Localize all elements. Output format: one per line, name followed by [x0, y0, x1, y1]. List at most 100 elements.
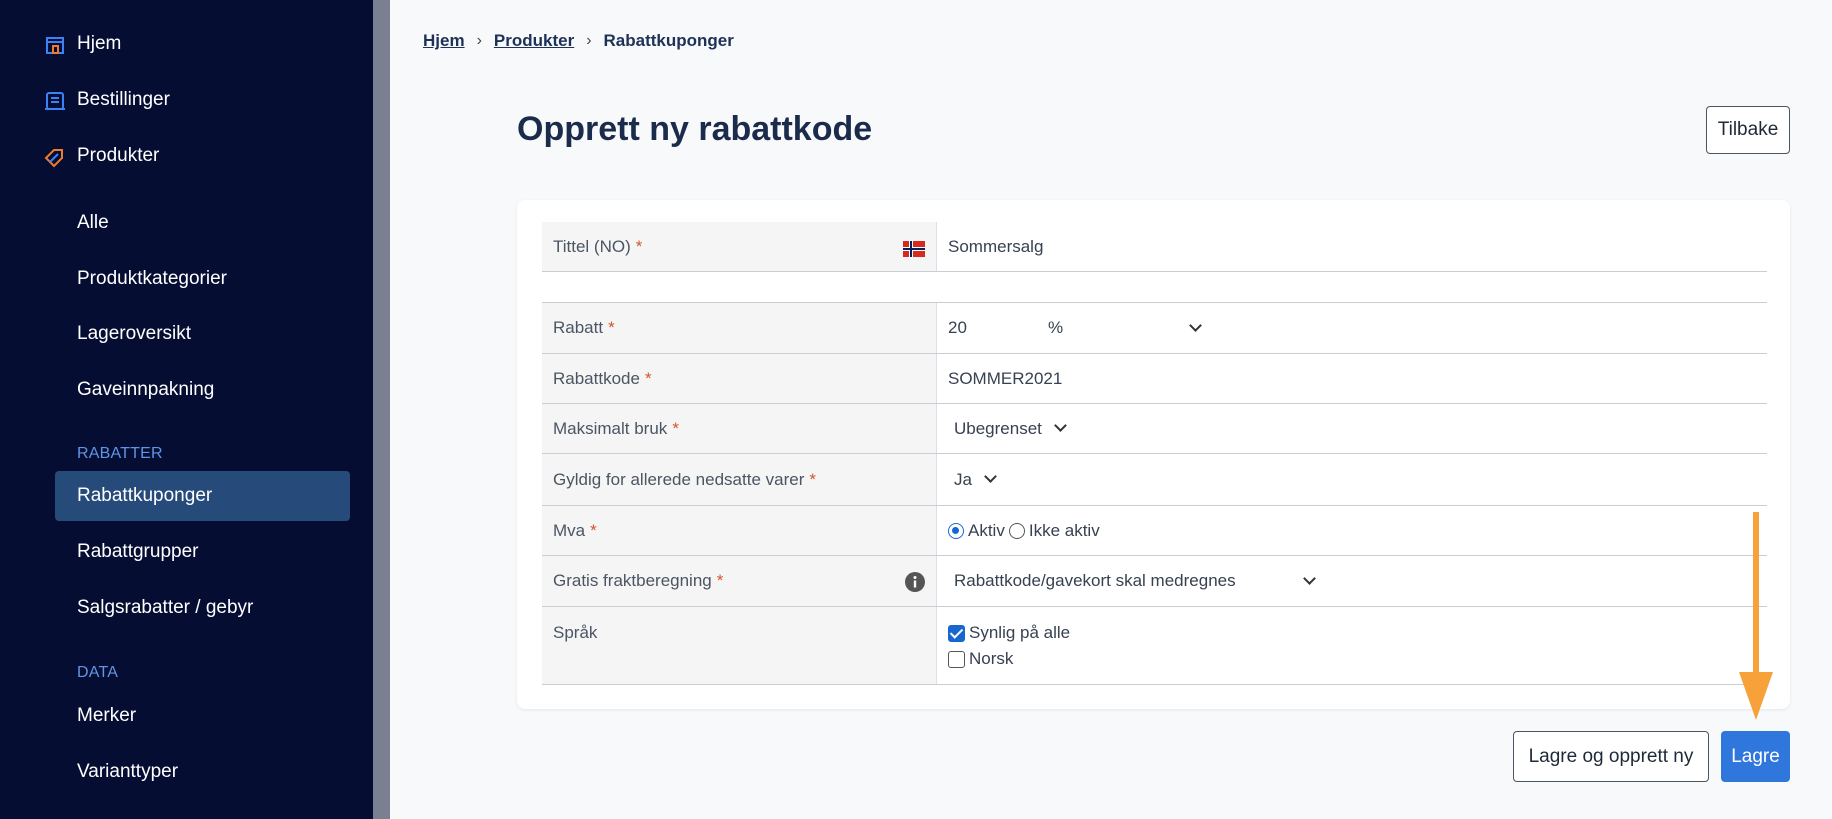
form-row-gratis-frakt: Gratis fraktberegning * Rabattkode/gaveko… — [542, 556, 1767, 607]
tag-icon — [44, 149, 63, 168]
sidebar-item-bestillinger[interactable]: Bestillinger — [0, 76, 373, 124]
gyldig-select[interactable]: Ja — [937, 454, 1767, 505]
chevron-down-icon — [1189, 318, 1202, 332]
required-marker: * — [644, 368, 652, 388]
sidebar-item-label: Alle — [77, 212, 109, 233]
rabattkode-label-cell: Rabattkode * — [542, 354, 937, 403]
mva-option-label: Ikke aktiv — [1028, 520, 1100, 540]
gratis-frakt-value: Rabattkode/gavekort skal medregnes — [954, 571, 1236, 590]
sidebar-item-varianttyper[interactable]: Varianttyper — [0, 748, 373, 796]
sidebar-item-label: Produkter — [77, 145, 160, 166]
gratis-frakt-select[interactable]: Rabattkode/gavekort skal medregnes — [937, 556, 1767, 606]
rabatt-input[interactable]: 20 — [948, 318, 1048, 338]
sidebar-item-label: Produktkategorier — [77, 268, 227, 289]
sidebar-item-rabattkuponger[interactable]: Rabattkuponger — [0, 472, 373, 520]
mva-option-label: Aktiv — [968, 520, 1005, 540]
chevron-down-icon — [984, 470, 997, 483]
form-row-maksimalt-bruk: Maksimalt bruk * Ubegrenset — [542, 404, 1767, 454]
sprak-option-label: Synlig på alle — [969, 623, 1071, 642]
sidebar-item-label: Gaveinnpakning — [77, 379, 215, 400]
sidebar-item-label: Lageroversikt — [77, 323, 192, 344]
breadcrumb: Hjem › Produkter › Rabattkuponger — [423, 31, 734, 51]
checkbox-synlig-pa-alle[interactable] — [948, 624, 965, 642]
gyldig-label: Gyldig for allerede nedsatte varer — [553, 469, 805, 489]
page-title: Opprett ny rabattkode — [517, 110, 873, 148]
mva-radio-ikke-aktiv[interactable] — [1008, 522, 1025, 539]
breadcrumb-link-hjem[interactable]: Hjem — [423, 31, 465, 51]
gratis-frakt-label-cell: Gratis fraktberegning * — [542, 556, 937, 606]
sidebar-item-label: Hjem — [77, 33, 122, 54]
mva-label-cell: Mva * — [542, 506, 937, 555]
back-button[interactable]: Tilbake — [1706, 106, 1790, 154]
sidebar-item-label: Salgsrabatter / gebyr — [77, 597, 254, 618]
sprak-label-cell: Språk — [542, 607, 937, 684]
sidebar-item-label: Rabattgrupper — [77, 541, 199, 562]
sidebar-item-rabattgrupper[interactable]: Rabattgrupper — [0, 528, 373, 576]
sidebar-item-produkter[interactable]: Produkter — [0, 132, 373, 180]
sidebar: Hjem Bestillinger Produkter Alle Produkt… — [0, 0, 373, 819]
sprak-option-label: Norsk — [969, 649, 1014, 668]
save-button[interactable]: Lagre — [1721, 731, 1790, 782]
sprak-option-synlig[interactable]: Synlig på alle — [948, 623, 1070, 643]
required-marker: * — [716, 571, 724, 590]
rabatt-unit-select[interactable]: % — [1048, 318, 1202, 338]
sprak-checkbox-group: Synlig på alle Norsk — [937, 607, 1767, 684]
breadcrumb-current: Rabattkuponger — [603, 31, 734, 50]
maksimalt-bruk-label: Maksimalt bruk — [553, 418, 668, 438]
gyldig-value: Ja — [954, 469, 972, 489]
mva-label: Mva — [553, 520, 586, 540]
checkbox-norsk[interactable] — [948, 650, 965, 668]
title-input[interactable]: Sommersalg — [937, 222, 1767, 271]
required-marker: * — [608, 318, 615, 337]
rabatt-label-cell: Rabatt * — [542, 303, 937, 353]
form-row-rabattkode: Rabattkode * SOMMER2021 — [542, 354, 1767, 404]
sidebar-item-label: Rabattkuponger — [77, 485, 213, 506]
annotation-arrow-icon — [1739, 512, 1773, 720]
rabattkode-label: Rabattkode — [553, 368, 640, 388]
home-icon — [46, 37, 64, 54]
sidebar-item-gaveinnpakning[interactable]: Gaveinnpakning — [0, 366, 373, 414]
orders-icon — [45, 92, 65, 110]
sprak-option-norsk[interactable]: Norsk — [948, 649, 1013, 669]
sprak-label: Språk — [553, 623, 598, 642]
sidebar-item-label: Bestillinger — [77, 89, 170, 110]
section-heading-rabatter: RABATTER — [77, 445, 163, 462]
form-row-title: Tittel (NO) * Sommersalg — [542, 222, 1767, 272]
rabattkode-value: SOMMER2021 — [948, 368, 1063, 388]
rabatt-field: 20 % — [937, 303, 1767, 353]
form-row-mva: Mva * Aktiv Ikke aktiv — [542, 506, 1767, 556]
breadcrumb-separator: › — [586, 32, 592, 49]
required-marker: * — [635, 236, 643, 256]
rabattkode-input[interactable]: SOMMER2021 — [937, 354, 1767, 403]
sidebar-item-produktkategorier[interactable]: Produktkategorier — [0, 255, 373, 303]
breadcrumb-link-produkter[interactable]: Produkter — [494, 31, 574, 51]
form-row-gyldig: Gyldig for allerede nedsatte varer * Ja — [542, 454, 1767, 506]
required-marker: * — [672, 418, 679, 438]
save-and-create-new-button[interactable]: Lagre og opprett ny — [1513, 731, 1709, 782]
sidebar-item-salgsrabatter[interactable]: Salgsrabatter / gebyr — [0, 584, 373, 632]
form-row-rabatt: Rabatt * 20 % — [542, 303, 1767, 354]
maksimalt-bruk-select[interactable]: Ubegrenset — [937, 404, 1767, 453]
rabatt-label: Rabatt — [553, 318, 604, 337]
gyldig-label-cell: Gyldig for allerede nedsatte varer * — [542, 454, 937, 505]
title-label: Tittel (NO) — [553, 236, 631, 256]
chevron-down-icon — [1303, 571, 1316, 585]
section-heading-data: DATA — [77, 664, 119, 681]
sidebar-item-lageroversikt[interactable]: Lageroversikt — [0, 310, 373, 358]
chevron-down-icon — [1054, 419, 1067, 432]
sidebar-item-merker[interactable]: Merker — [0, 692, 373, 740]
form-row-sprak: Språk Synlig på alle Norsk — [542, 607, 1767, 685]
info-icon[interactable] — [905, 572, 925, 592]
maksimalt-bruk-value: Ubegrenset — [954, 418, 1042, 438]
sidebar-item-hjem[interactable]: Hjem — [0, 20, 373, 68]
sidebar-item-label: Varianttyper — [77, 761, 179, 782]
title-value: Sommersalg — [948, 236, 1044, 256]
required-marker: * — [590, 520, 597, 540]
sidebar-scrollbar[interactable] — [373, 0, 390, 819]
gratis-frakt-label: Gratis fraktberegning — [553, 571, 712, 590]
rabatt-unit-value: % — [1048, 318, 1064, 337]
sidebar-item-alle[interactable]: Alle — [0, 199, 373, 247]
mva-radio-aktiv[interactable] — [948, 522, 964, 539]
sidebar-item-label: Merker — [77, 705, 137, 726]
norway-flag-icon — [903, 241, 925, 257]
